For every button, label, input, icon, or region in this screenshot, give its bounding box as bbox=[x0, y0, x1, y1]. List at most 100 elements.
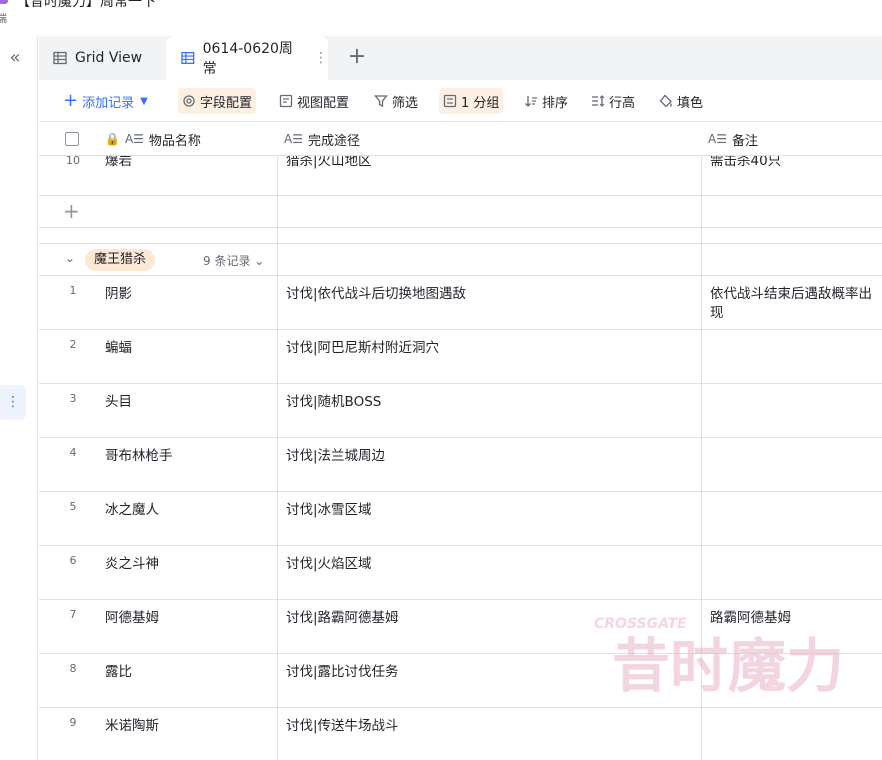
plus-icon: + bbox=[63, 90, 79, 111]
cell-note[interactable] bbox=[710, 654, 878, 663]
row-number: 5 bbox=[69, 500, 77, 513]
cell-name[interactable]: 哥布林枪手 bbox=[105, 438, 173, 466]
column-header-name[interactable]: 🔒 A☰ 物品名称 bbox=[105, 122, 201, 156]
column-header-note[interactable]: A☰ 备注 bbox=[708, 122, 758, 156]
cell-name[interactable]: 炎之斗神 bbox=[105, 546, 159, 574]
gear-icon bbox=[183, 95, 195, 107]
grid-header: 🔒 A☰ 物品名称 A☰ 完成途径 A☰ 备注 bbox=[39, 122, 882, 156]
cell-note[interactable] bbox=[710, 330, 878, 339]
table-row[interactable]: 3 头目 讨伐|随机BOSS bbox=[39, 384, 882, 438]
add-record-button[interactable]: + 添加记录 ▼ bbox=[59, 88, 152, 114]
table-row[interactable]: 2 蝙蝠 讨伐|阿巴尼斯村附近洞穴 bbox=[39, 330, 882, 384]
cell-name[interactable]: 头目 bbox=[105, 384, 132, 412]
cell-note[interactable] bbox=[710, 546, 878, 555]
cell-note[interactable] bbox=[710, 438, 878, 447]
group-button[interactable]: 1 分组 bbox=[439, 88, 504, 114]
table-row[interactable]: 6 炎之斗神 讨伐|火焰区域 bbox=[39, 546, 882, 600]
group-header[interactable]: ⌄ 魔王猎杀 9 条记录 ⌄ bbox=[39, 244, 882, 276]
document-title[interactable]: 【昔时魔力】周常一下 bbox=[16, 0, 156, 11]
cell-name[interactable]: 阿德基姆 bbox=[105, 600, 159, 628]
tab-grid-view[interactable]: Grid View bbox=[53, 36, 168, 80]
lock-icon: 🔒 bbox=[105, 132, 120, 146]
filter-icon bbox=[374, 95, 388, 108]
row-height-icon bbox=[592, 95, 605, 107]
row-number: 9 bbox=[69, 716, 77, 729]
plus-icon[interactable]: + bbox=[63, 201, 80, 221]
cell-name[interactable]: 蝙蝠 bbox=[105, 330, 132, 358]
cell-route[interactable]: 讨伐|路霸阿德基姆 bbox=[286, 600, 700, 628]
cell-route[interactable]: 讨伐|依代战斗后切换地图遇敌 bbox=[286, 276, 700, 304]
table-icon bbox=[181, 52, 195, 64]
table-row[interactable]: 9 米诺陶斯 讨伐|传送牛场战斗 bbox=[39, 708, 882, 760]
cell-route[interactable]: 讨伐|传送牛场战斗 bbox=[286, 708, 700, 736]
cell-note[interactable] bbox=[710, 384, 878, 393]
row-number: 6 bbox=[69, 554, 77, 567]
cell-route[interactable]: 讨伐|法兰城周边 bbox=[286, 438, 700, 466]
column-divider bbox=[277, 122, 278, 760]
filter-button[interactable]: 筛选 bbox=[370, 88, 422, 114]
column-route-label: 完成途径 bbox=[307, 133, 360, 149]
column-name-label: 物品名称 bbox=[148, 133, 201, 149]
cell-note[interactable]: 路霸阿德基姆 bbox=[710, 600, 878, 628]
table-row[interactable]: 1 阴影 讨伐|依代战斗后切换地图遇敌 依代战斗结束后遇敌概率出现 bbox=[39, 276, 882, 330]
text-field-icon: A☰ bbox=[124, 132, 144, 146]
fill-color-button[interactable]: 填色 bbox=[655, 88, 707, 114]
cell-name[interactable]: 冰之魔人 bbox=[105, 492, 159, 520]
sort-icon bbox=[525, 96, 537, 107]
tab-more-icon[interactable]: ⋮ bbox=[314, 50, 328, 66]
fill-color-label: 填色 bbox=[677, 95, 704, 111]
row-number: 3 bbox=[69, 392, 77, 405]
document-header: 【昔时魔力】周常一下 端 bbox=[0, 0, 882, 36]
chevron-down-icon[interactable]: ▼ bbox=[140, 96, 148, 107]
add-row[interactable]: + bbox=[39, 196, 882, 228]
group-label: 1 分组 bbox=[461, 95, 500, 111]
cell-route[interactable]: 讨伐|露比讨伐任务 bbox=[286, 654, 700, 682]
table-row[interactable]: 7 阿德基姆 讨伐|路霸阿德基姆 路霸阿德基姆 bbox=[39, 600, 882, 654]
group-separator bbox=[39, 228, 882, 244]
cell-note[interactable]: 依代战斗结束后遇敌概率出现 bbox=[710, 276, 878, 323]
tab-label: 0614-0620周常 bbox=[202, 41, 293, 77]
add-view-icon[interactable]: + bbox=[347, 46, 367, 70]
row-number: 2 bbox=[69, 338, 77, 351]
cell-route[interactable]: 讨伐|阿巴尼斯村附近洞穴 bbox=[286, 330, 700, 358]
row-height-button[interactable]: 行高 bbox=[587, 88, 639, 114]
group-tag: 魔王猎杀 bbox=[85, 249, 156, 271]
paint-bucket-icon bbox=[659, 94, 672, 108]
view-config-button[interactable]: 视图配置 bbox=[275, 88, 353, 114]
column-header-route[interactable]: A☰ 完成途径 bbox=[284, 122, 360, 156]
chevron-down-icon[interactable]: ⌄ bbox=[65, 251, 75, 265]
table-row[interactable]: 4 哥布林枪手 讨伐|法兰城周边 bbox=[39, 438, 882, 492]
field-config-button[interactable]: 字段配置 bbox=[178, 88, 257, 114]
group-count-label: 9 条记录 bbox=[203, 254, 251, 268]
cell-name[interactable]: 米诺陶斯 bbox=[105, 708, 159, 736]
view-config-icon bbox=[279, 94, 293, 108]
group-count[interactable]: 9 条记录 ⌄ bbox=[203, 252, 264, 269]
cell-note[interactable] bbox=[710, 492, 878, 501]
table-row[interactable]: 5 冰之魔人 讨伐|冰雪区域 bbox=[39, 492, 882, 546]
cell-route[interactable]: 讨伐|冰雪区域 bbox=[286, 492, 700, 520]
add-record-label: 添加记录 bbox=[82, 95, 135, 111]
cell-name[interactable]: 露比 bbox=[105, 654, 132, 682]
more-options-icon[interactable]: ⋮ bbox=[0, 385, 26, 420]
cell-route[interactable]: 讨伐|随机BOSS bbox=[286, 384, 700, 412]
select-all-checkbox[interactable] bbox=[65, 122, 79, 156]
cell-name[interactable]: 阴影 bbox=[105, 276, 132, 304]
cell-route[interactable]: 讨伐|火焰区域 bbox=[286, 546, 700, 574]
sidebar: « ⋮ bbox=[0, 36, 38, 760]
cell-note[interactable] bbox=[710, 708, 878, 717]
view-tab-bar: Grid View 0614-0620周常 ⋮ + bbox=[39, 36, 882, 80]
collapse-sidebar-icon[interactable]: « bbox=[6, 49, 24, 68]
sort-button[interactable]: 排序 bbox=[520, 88, 572, 114]
grid-icon bbox=[53, 51, 67, 65]
text-field-icon: A☰ bbox=[284, 132, 303, 146]
row-number: 7 bbox=[69, 608, 77, 621]
data-grid: 🔒 A☰ 物品名称 A☰ 完成途径 A☰ 备注 10 爆岩 猎杀|火山地区 需击… bbox=[39, 122, 882, 760]
tab-label: Grid View bbox=[75, 50, 143, 66]
toolbar: + 添加记录 ▼ 字段配置 视图配置 筛选 1 分组 排序 行高 填色 bbox=[39, 80, 882, 122]
tab-weekly-view[interactable]: 0614-0620周常 ⋮ bbox=[166, 36, 328, 80]
table-row[interactable]: 8 露比 讨伐|露比讨伐任务 bbox=[39, 654, 882, 708]
document-subtitle: 端 bbox=[0, 12, 7, 25]
row-height-label: 行高 bbox=[609, 95, 636, 111]
text-field-icon: A☰ bbox=[708, 132, 727, 146]
group-icon bbox=[443, 94, 457, 108]
